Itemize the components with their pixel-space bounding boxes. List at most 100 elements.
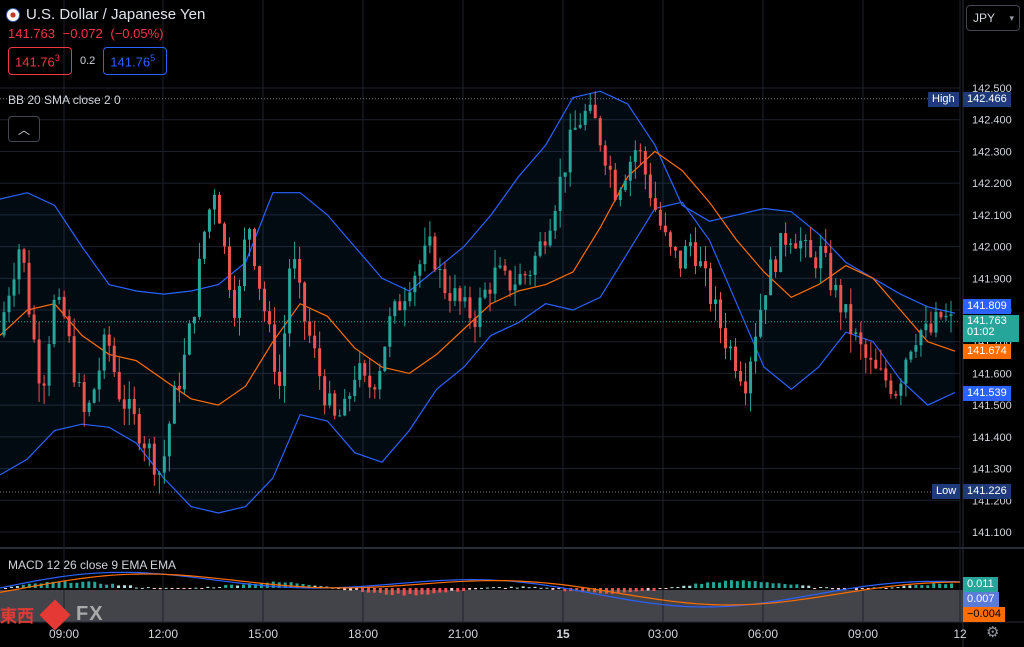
macd-hist-bar	[366, 588, 370, 593]
candle-body	[2, 312, 6, 336]
low-price-tag: 141.226	[963, 484, 1011, 499]
candle-body	[373, 387, 377, 390]
buy-button[interactable]: 141.765	[103, 47, 168, 75]
macd-hist-bar	[224, 584, 228, 588]
last-price-tag: 141.763 01:02	[963, 315, 1019, 342]
candle-body	[683, 245, 687, 269]
macd-hist-bar	[194, 587, 198, 589]
macd-hist-bar	[236, 585, 240, 588]
quote-line: 141.763 −0.072 (−0.05%)	[8, 26, 205, 41]
macd-hist-bar	[491, 587, 495, 589]
candle-body	[182, 354, 186, 390]
candle-body	[363, 363, 367, 376]
macd-hist-bar	[545, 587, 549, 589]
candle-body	[197, 258, 201, 317]
macd-hist-bar	[158, 588, 162, 590]
candle-body	[864, 344, 868, 358]
x-tick-label: 09:00	[848, 627, 878, 641]
sell-button[interactable]: 141.763	[8, 47, 72, 75]
broker-watermark: 東西 FX	[0, 598, 104, 631]
macd-hist-bar	[741, 580, 745, 588]
macd-hist-bar	[658, 588, 662, 589]
symbol-title[interactable]: U.S. Dollar / Japanese Yen	[26, 6, 205, 23]
candle-body	[894, 394, 898, 396]
macd-hist-bar	[622, 588, 626, 593]
macd-hist-bar	[884, 588, 888, 589]
candle-body	[814, 257, 818, 269]
y-tick-label: 142.400	[972, 115, 1012, 127]
macd-hist-bar	[230, 584, 234, 588]
candle-body	[924, 323, 928, 331]
watermark-fx: FX	[76, 603, 104, 625]
currency-selector[interactable]: JPY	[966, 5, 1020, 31]
candle-body	[533, 255, 537, 275]
macd-hist-bar	[182, 588, 186, 589]
candle-body	[854, 332, 858, 334]
price-chart[interactable]: 142.500142.400142.300142.200142.100142.0…	[0, 0, 1024, 647]
macd-hist-bar	[914, 585, 918, 588]
candle-body	[348, 395, 352, 399]
macd-hist-bar	[414, 588, 418, 596]
macd-hist-bar	[950, 583, 954, 588]
macd-hist-bar	[527, 587, 531, 589]
candle-body	[498, 265, 502, 268]
candle-body	[713, 299, 717, 305]
macd-hist-bar	[200, 588, 204, 589]
candle-body	[258, 266, 262, 289]
candle-body	[734, 346, 738, 372]
candle-body	[884, 368, 888, 381]
macd-hist-bar	[813, 588, 817, 589]
collapse-indicators-button[interactable]: ︿	[8, 116, 40, 142]
y-tick-label: 142.200	[972, 178, 1012, 190]
candle-body	[668, 232, 672, 248]
candle-body	[403, 301, 407, 311]
candle-body	[493, 267, 497, 294]
macd-hist-bar	[533, 586, 537, 588]
y-tick-label: 142.000	[972, 242, 1012, 254]
macd-hist-bar	[682, 585, 686, 588]
macd-hist-bar	[69, 582, 73, 588]
macd-hist-bar	[164, 587, 168, 589]
macd-hist-bar	[176, 588, 180, 589]
candle-body	[82, 381, 86, 413]
candle-body	[87, 402, 91, 413]
candle-body	[703, 261, 707, 269]
candle-body	[408, 292, 412, 302]
chart-settings-gear-icon[interactable]: ⚙	[986, 623, 999, 641]
candle-body	[383, 346, 387, 372]
macd-hist-bar	[926, 585, 930, 588]
candle-body	[834, 284, 838, 291]
candle-body	[553, 210, 557, 231]
candle-body	[839, 284, 843, 313]
macd-hist-bar	[700, 583, 704, 588]
candle-body	[37, 339, 41, 384]
bb-indicator-label[interactable]: BB 20 SMA close 2 0	[8, 93, 121, 107]
candle-body	[448, 293, 452, 301]
candle-body	[774, 259, 778, 273]
candle-body	[398, 301, 402, 311]
macd-hist-bar	[759, 582, 763, 588]
y-tick-label: 141.400	[972, 432, 1012, 444]
usdjpy-flag-icon	[6, 7, 20, 22]
candle-body	[934, 312, 938, 333]
candle-body	[523, 273, 527, 276]
candle-body	[253, 228, 257, 267]
candle-body	[904, 359, 908, 384]
candle-body	[72, 336, 76, 383]
candle-body	[739, 371, 743, 382]
candle-body	[318, 348, 322, 377]
candle-body	[147, 443, 151, 449]
candle-body	[944, 315, 948, 318]
macd-indicator-label[interactable]: MACD 12 26 close 9 EMA EMA	[8, 558, 176, 572]
macd-hist-bar	[390, 588, 394, 596]
macd-hist-bar	[432, 588, 436, 594]
candle-body	[463, 297, 467, 302]
candle-body	[212, 194, 216, 210]
macd-line-tag: 0.007	[963, 592, 999, 607]
candle-body	[478, 297, 482, 328]
macd-hist-bar	[206, 586, 210, 588]
macd-hist-bar	[908, 585, 912, 588]
macd-histogram-tag: 0.011	[963, 577, 998, 592]
candle-body	[368, 375, 372, 388]
macd-hist-bar	[117, 585, 121, 588]
